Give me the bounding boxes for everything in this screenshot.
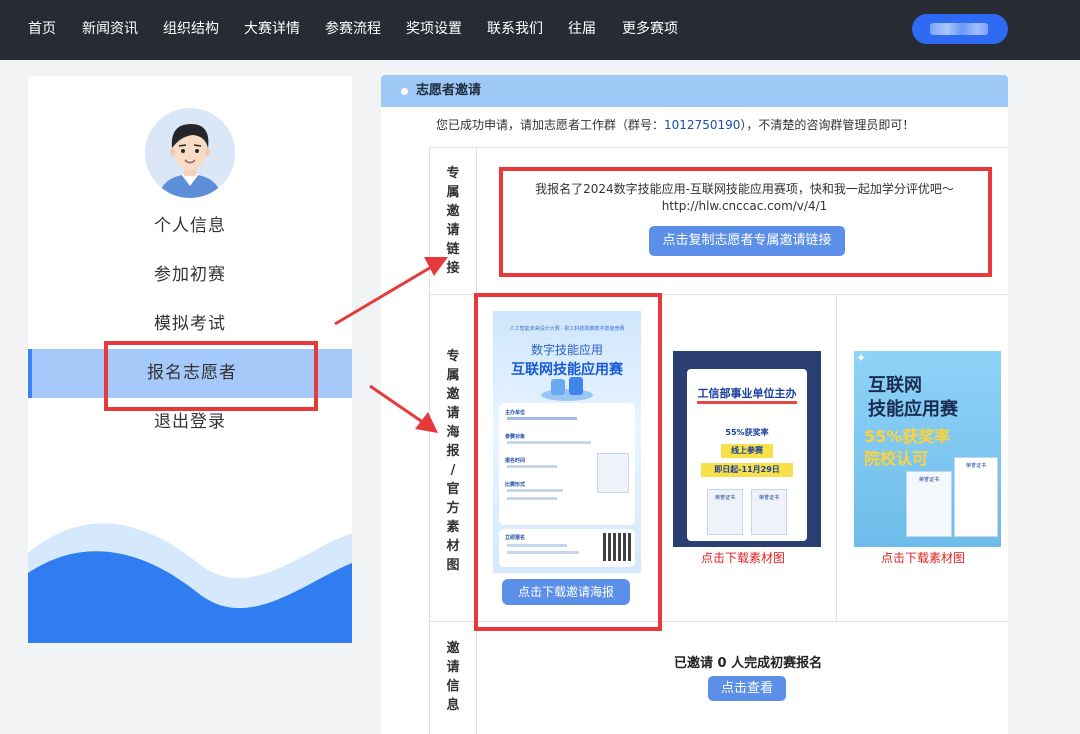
notice-suffix: ），不清楚的咨询群管理员即可！ (740, 118, 915, 132)
label-char: 邀 (446, 204, 460, 219)
label-char: 请 (446, 223, 460, 238)
invite-count-text: 已邀请 0 人完成初赛报名 (674, 656, 823, 671)
material-1-title: 工信部事业单位主办 (697, 387, 797, 400)
material-2-line-2: 技能应用赛 (868, 399, 958, 420)
material-2-certificate: 荣誉证书 (954, 457, 998, 537)
blurred-username (930, 23, 988, 35)
label-char: 属 (446, 185, 460, 200)
nav-competition-details[interactable]: 大赛详情 (244, 18, 300, 40)
sidebar-item-personal-info[interactable]: 个人信息 (28, 202, 352, 251)
view-invites-button[interactable]: 点击查看 (708, 676, 786, 701)
grid-line (429, 147, 1008, 148)
nav-process[interactable]: 参赛流程 (325, 18, 381, 40)
label-char: 专 (446, 349, 460, 364)
material-1-deadline: 即日起-11月29日 (701, 463, 793, 477)
nav-home[interactable]: 首页 (28, 18, 56, 40)
label-char: 官 (446, 482, 460, 497)
nav-contact[interactable]: 联系我们 (487, 18, 543, 40)
row-label-invite-link: 专 属 邀 请 链 接 (429, 164, 477, 278)
material-1-badge-1: 55%获奖率 (725, 428, 769, 437)
material-text-line (697, 401, 797, 404)
label-char: 图 (446, 558, 460, 573)
panel-header: 志愿者邀请 (381, 75, 1008, 107)
user-account-button[interactable] (912, 14, 1008, 44)
top-navigation-bar: 首页 新闻资讯 组织结构 大赛详情 参赛流程 奖项设置 联系我们 往届 更多赛项 (0, 0, 1080, 60)
label-char: 链 (446, 242, 460, 257)
label-char: 素 (446, 520, 460, 535)
label-char: 材 (446, 539, 460, 554)
avatar (145, 108, 235, 198)
label-char: 属 (446, 368, 460, 383)
header-bullet-icon (401, 88, 408, 95)
sparkle-icon: ✦ (856, 351, 867, 365)
material-2-line-1: 互联网 (868, 375, 922, 396)
label-char: 报 (446, 444, 460, 459)
grid-line (836, 294, 837, 621)
nav-organization[interactable]: 组织结构 (163, 18, 219, 40)
avatar-illustration (145, 108, 235, 198)
label-char: 方 (446, 501, 460, 516)
notice-prefix: 您已成功申请，请加志愿者工作群（群号： (436, 118, 665, 132)
download-material-2-link[interactable]: 点击下载素材图 (881, 549, 965, 566)
material-image-1[interactable]: 工信部事业单位主办 55%获奖率 线上参赛 即日起-11月29日 荣誉证书 荣誉… (673, 351, 821, 547)
material-2-certificate: 荣誉证书 (906, 471, 952, 537)
label-char: 接 (446, 261, 460, 276)
nav-more-events[interactable]: 更多赛项 (622, 18, 678, 40)
material-card: 工信部事业单位主办 55%获奖率 线上参赛 即日起-11月29日 荣誉证书 荣誉… (687, 369, 807, 541)
label-char: / (450, 463, 456, 478)
label-char: 息 (446, 698, 460, 713)
decorative-wave (28, 523, 352, 643)
annotation-box-poster (474, 293, 662, 631)
row-label-invite-poster: 专 属 邀 请 海 报 / 官 方 素 材 图 (429, 347, 477, 575)
annotation-box-sidebar (104, 341, 318, 411)
nav-previous[interactable]: 往届 (568, 18, 596, 40)
sidebar-item-preliminary[interactable]: 参加初赛 (28, 251, 352, 300)
material-1-badge-2: 线上参赛 (721, 444, 773, 458)
material-1-certificate: 荣誉证书 (751, 489, 787, 535)
annotation-box-link (499, 167, 992, 277)
row-label-invite-info: 邀 请 信 息 (429, 639, 477, 715)
label-char: 邀 (446, 641, 460, 656)
group-number: 1012750190 (664, 118, 741, 132)
material-2-line-4: 院校认可 (864, 449, 929, 468)
label-char: 邀 (446, 387, 460, 402)
label-char: 海 (446, 425, 460, 440)
download-material-1-link[interactable]: 点击下载素材图 (701, 549, 785, 566)
nav-awards[interactable]: 奖项设置 (406, 18, 462, 40)
material-image-2[interactable]: ✦ 互联网 技能应用赛 55%获奖率 院校认可 荣誉证书 荣誉证书 (854, 351, 1001, 547)
material-1-certificate: 荣誉证书 (707, 489, 743, 535)
label-char: 请 (446, 406, 460, 421)
label-char: 专 (446, 166, 460, 181)
label-char: 请 (446, 660, 460, 675)
volunteer-group-notice: 您已成功申请，请加志愿者工作群（群号：1012750190），不清楚的咨询群管理… (436, 116, 914, 134)
panel-title: 志愿者邀请 (416, 83, 482, 98)
material-2-line-3: 55%获奖率 (864, 427, 951, 446)
nav-news[interactable]: 新闻资讯 (82, 18, 138, 40)
label-char: 信 (446, 679, 460, 694)
